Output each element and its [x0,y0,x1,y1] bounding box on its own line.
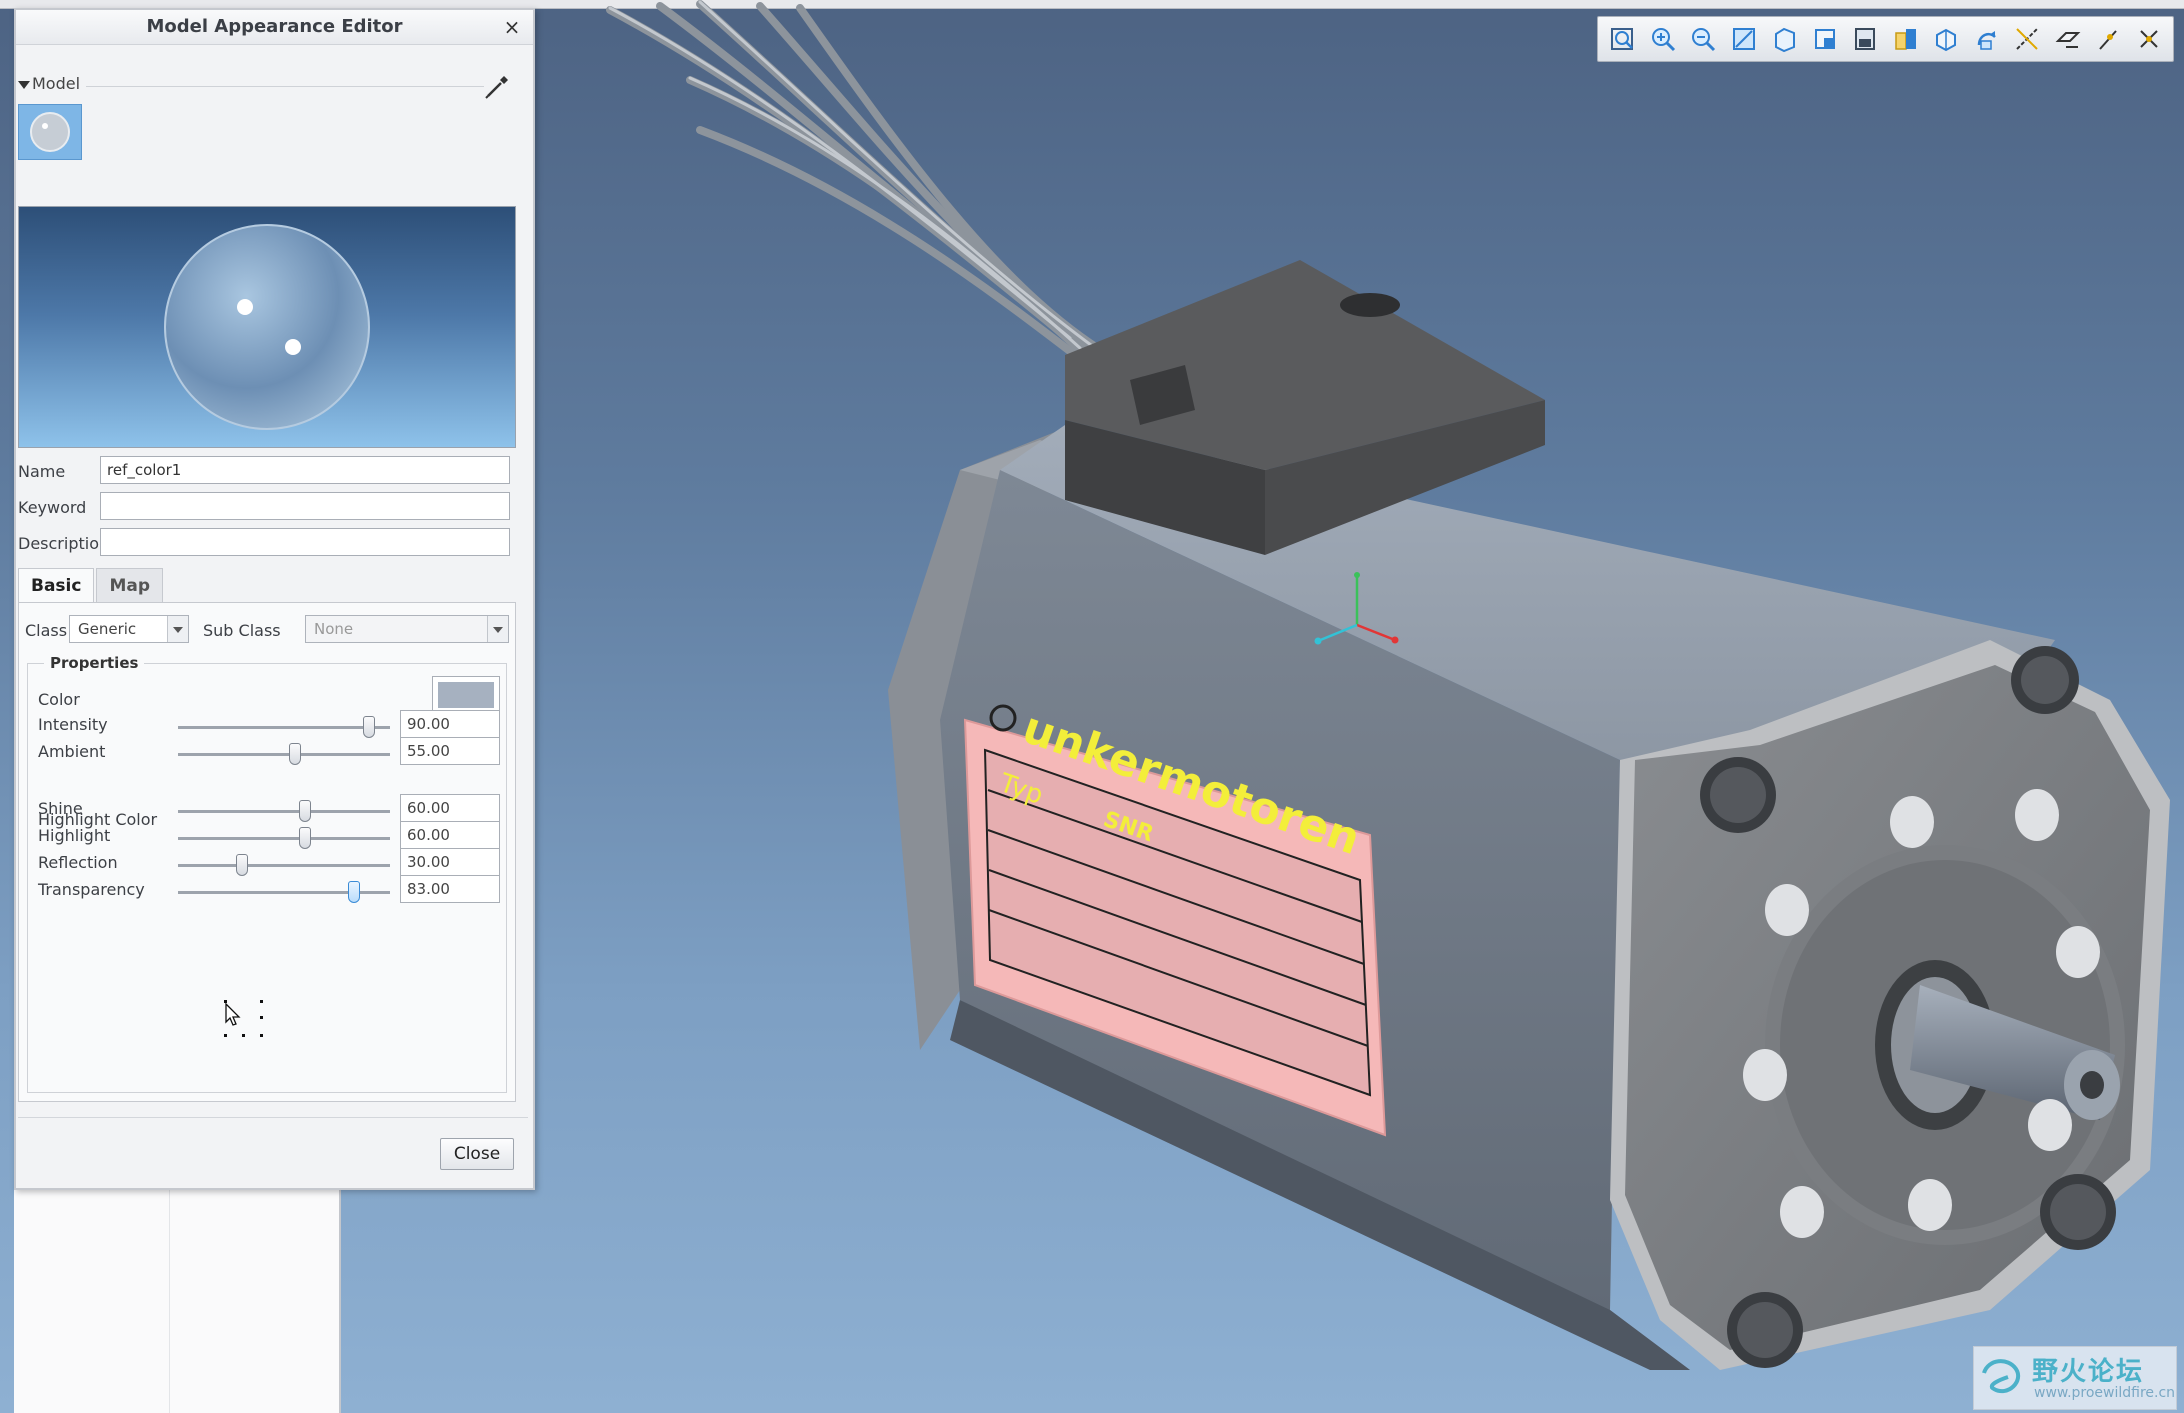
coordinate-system-icon[interactable] [2129,17,2170,61]
transparency-slider-thumb[interactable] [347,881,360,903]
transparency-label: Transparency [38,880,145,899]
intensity-label: Intensity [38,715,108,734]
watermark-bird-icon [1982,1359,2020,1393]
tab-basic[interactable]: Basic [18,568,95,604]
model-tree-panel [14,1190,341,1413]
reflection-slider-thumb[interactable] [235,854,248,876]
collapse-arrow-icon [18,80,30,89]
watermark-title: 野火论坛 [2032,1357,2145,1387]
transparency-value-field[interactable] [400,875,500,903]
ambient-slider[interactable] [178,743,390,765]
appearance-swatch[interactable] [18,104,82,160]
watermark-logo: 野火论坛 www.proewildfire.cn [1973,1346,2177,1410]
connector-box [1065,260,1545,555]
subclass-value: None [314,620,354,638]
eyedropper-icon[interactable] [482,72,512,102]
tab-map[interactable]: Map [96,568,164,604]
color-button[interactable] [432,676,500,714]
datum-plane-icon[interactable] [2048,17,2089,61]
model-appearance-editor-dialog: Model Appearance Editor × Model Name ref… [14,8,535,1190]
basic-tab-panel: Class Generic Sub Class None Properties … [18,602,516,1102]
name-label: Name [18,462,66,481]
name-field[interactable] [100,456,510,484]
reflection-value-field[interactable] [400,848,500,876]
datum-point-icon[interactable] [2088,17,2129,61]
keyword-label: Keyword [18,498,87,517]
display-style-icon[interactable] [1845,17,1886,61]
dropdown-arrow-icon [487,616,508,642]
properties-legend: Properties [44,654,145,672]
section-divider [86,86,484,87]
refit-icon[interactable] [1602,17,1643,61]
zoom-out-icon[interactable] [1683,17,1724,61]
subclass-label: Sub Class [203,621,281,640]
transparency-slider[interactable] [178,881,390,903]
dropdown-arrow-icon [167,616,188,642]
highlight-slider-thumb[interactable] [299,827,312,849]
orient-icon[interactable] [1926,17,1967,61]
highlight-value-field[interactable] [400,821,500,849]
description-label: Description [18,534,110,553]
view-toolbar [1597,16,2174,62]
class-value: Generic [78,620,137,638]
tab-bar: Basic Map [18,568,165,604]
ambient-value-field[interactable] [400,737,500,765]
dialog-separator [18,1117,528,1118]
shine-value-field[interactable] [400,794,500,822]
shine-slider-thumb[interactable] [299,800,312,822]
reflection-label: Reflection [38,853,118,872]
ambient-slider-thumb[interactable] [288,743,301,765]
reflection-slider[interactable] [178,854,390,876]
properties-group: Properties Color Highlight Color Intensi… [27,654,507,1093]
named-views-icon[interactable] [1764,17,1805,61]
class-dropdown[interactable]: Generic [69,615,189,643]
model-section-header[interactable]: Model [18,74,80,93]
dialog-close-icon[interactable]: × [501,16,523,38]
repaint-icon[interactable] [1724,17,1765,61]
appearance-preview [18,206,516,448]
intensity-slider-thumb[interactable] [362,716,375,738]
highlight-label: Highlight [38,826,111,845]
mouse-cursor-icon [224,1000,263,1037]
keyword-field[interactable] [100,492,510,520]
description-field[interactable] [100,528,510,556]
subclass-dropdown[interactable]: None [305,615,509,643]
intensity-value-field[interactable] [400,710,500,738]
watermark-url: www.proewildfire.cn [2034,1385,2176,1401]
front-flange [1610,640,2170,1370]
shine-slider[interactable] [178,800,390,822]
highlight-slider[interactable] [178,827,390,849]
dialog-title: Model Appearance Editor [16,10,533,45]
close-button[interactable]: Close [440,1138,514,1170]
shine-label: Shine [38,799,83,818]
intensity-slider[interactable] [178,716,390,738]
color-swatch [438,682,494,708]
zoom-in-icon[interactable] [1643,17,1684,61]
class-label: Class [25,621,68,640]
datum-axis-icon[interactable] [2007,17,2048,61]
ambient-label: Ambient [38,742,106,761]
model-section-label: Model [32,74,81,93]
spin-center-icon[interactable] [1967,17,2008,61]
perspective-icon[interactable] [1886,17,1927,61]
color-label: Color [38,690,80,709]
view-manager-icon[interactable] [1805,17,1846,61]
